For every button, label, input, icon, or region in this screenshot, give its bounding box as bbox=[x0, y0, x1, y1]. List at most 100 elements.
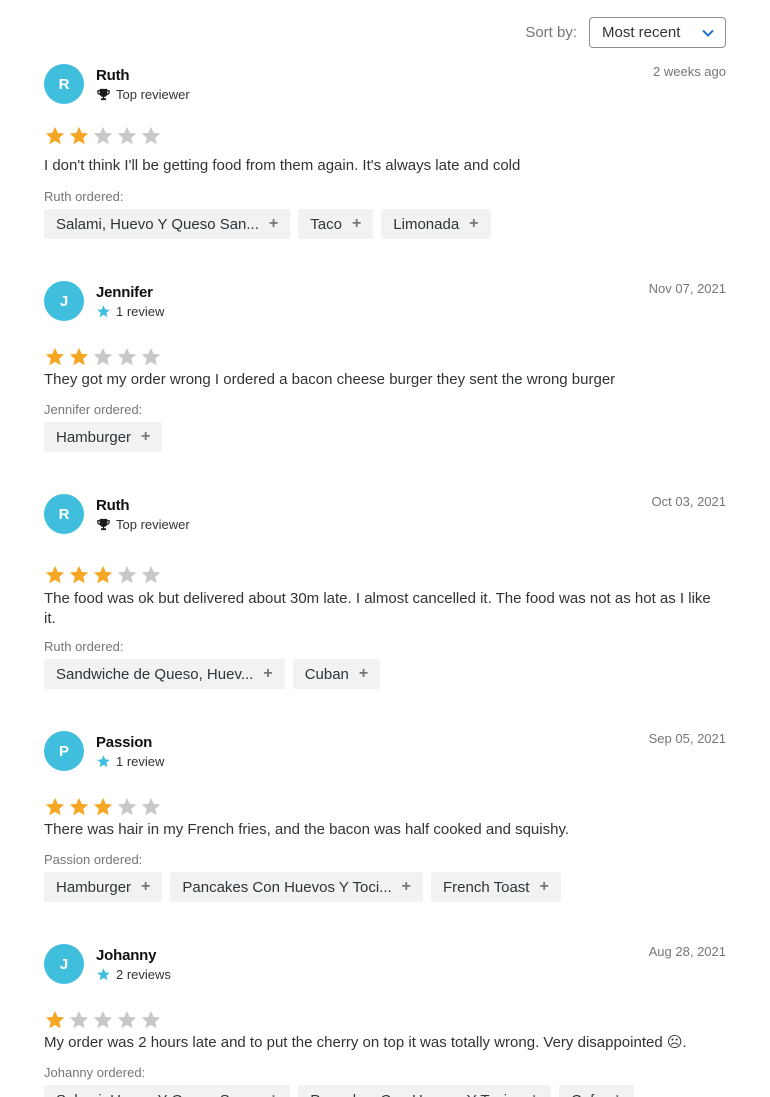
star-filled-icon bbox=[45, 565, 65, 584]
review-date: Oct 03, 2021 bbox=[651, 494, 726, 509]
ordered-label: Passion ordered: bbox=[44, 852, 143, 867]
review-card: J Johanny 2 reviews Aug 28, 2021 My order wa… bbox=[44, 944, 726, 1097]
star-filled-icon bbox=[93, 797, 113, 816]
ordered-item-button[interactable]: Salami, Huevo Y Queso San... + bbox=[44, 209, 291, 239]
reviewer-badge: Top reviewer bbox=[96, 517, 190, 532]
star-empty-icon bbox=[117, 1010, 137, 1029]
review-date: Sep 05, 2021 bbox=[648, 731, 726, 746]
item-label: Cafe bbox=[571, 1092, 603, 1097]
trophy-icon bbox=[97, 518, 110, 531]
star-filled-icon bbox=[69, 126, 89, 145]
review-date: Nov 07, 2021 bbox=[648, 281, 726, 296]
star-filled-icon bbox=[69, 797, 89, 816]
star-rating bbox=[44, 796, 162, 818]
reviewer-name[interactable]: Passion bbox=[96, 734, 152, 751]
ordered-label: Ruth ordered: bbox=[44, 189, 124, 204]
plus-icon: + bbox=[141, 878, 151, 895]
avatar: R bbox=[44, 64, 84, 104]
ordered-items: Salami, Huevo Y Queso San... + Taco + Limona… bbox=[44, 209, 491, 239]
reviewer-name[interactable]: Johanny bbox=[96, 947, 156, 964]
review-card: P Passion 1 review Sep 05, 2021 There was ha… bbox=[44, 731, 726, 931]
ordered-item-button[interactable]: Sandwiche de Queso, Huev... + bbox=[44, 659, 285, 689]
ordered-item-button[interactable]: Hamburger + bbox=[44, 872, 163, 902]
trophy-icon bbox=[97, 88, 110, 101]
item-label: Hamburger bbox=[56, 428, 132, 446]
review-card: R Ruth Top reviewer Oct 03, 2021 The food wa… bbox=[44, 494, 726, 694]
item-label: Sandwiche de Queso, Huev... bbox=[56, 665, 254, 683]
ordered-item-button[interactable]: Pancakes Con Huevos Y Toci... + bbox=[298, 1085, 551, 1097]
ordered-item-button[interactable]: Hamburger + bbox=[44, 422, 163, 452]
plus-icon: + bbox=[358, 665, 369, 682]
star-empty-icon bbox=[93, 347, 113, 366]
ordered-label: Johanny ordered: bbox=[44, 1065, 146, 1080]
chevron-down-icon bbox=[702, 29, 714, 37]
plus-icon: + bbox=[269, 1091, 278, 1097]
reviewer-name[interactable]: Ruth bbox=[96, 497, 130, 514]
star-icon bbox=[97, 755, 110, 768]
ordered-label: Ruth ordered: bbox=[44, 639, 124, 654]
ordered-item-button[interactable]: Salami, Huevo Y Queso San... + bbox=[44, 1085, 291, 1097]
sort-bar: Sort by: Most recent bbox=[525, 17, 726, 48]
star-filled-icon bbox=[45, 126, 65, 145]
star-empty-icon bbox=[117, 126, 137, 145]
reviewer-name[interactable]: Ruth bbox=[96, 67, 130, 84]
review-date: Aug 28, 2021 bbox=[648, 944, 726, 959]
plus-icon: + bbox=[613, 1091, 622, 1097]
badge-label: 2 reviews bbox=[116, 967, 171, 982]
review-text: The food was ok but delivered about 30m … bbox=[44, 590, 711, 627]
item-label: Hamburger bbox=[56, 878, 132, 896]
star-empty-icon bbox=[117, 347, 137, 366]
badge-label: 1 review bbox=[116, 304, 165, 319]
plus-icon: + bbox=[539, 878, 549, 895]
review-text: I don't think I'll be getting food from … bbox=[44, 157, 521, 174]
star-empty-icon bbox=[141, 1010, 161, 1029]
badge-label: 1 review bbox=[116, 754, 165, 769]
item-label: Salami, Huevo Y Queso San... bbox=[56, 215, 259, 233]
avatar: P bbox=[44, 731, 84, 771]
star-filled-icon bbox=[45, 347, 65, 366]
ordered-items: Salami, Huevo Y Queso San... + Pancakes Co… bbox=[44, 1085, 634, 1097]
reviewer-badge: 1 review bbox=[96, 304, 164, 319]
star-icon bbox=[97, 968, 110, 981]
ordered-label: Jennifer ordered: bbox=[44, 402, 143, 417]
review-card: R Ruth Top reviewer 2 weeks ago I don't thin… bbox=[44, 64, 726, 264]
star-rating bbox=[44, 125, 162, 147]
plus-icon: + bbox=[263, 665, 273, 682]
item-label: Cuban bbox=[304, 665, 349, 683]
plus-icon: + bbox=[268, 215, 279, 232]
ordered-item-button[interactable]: Cafe + bbox=[558, 1085, 634, 1097]
plus-icon: + bbox=[141, 428, 151, 445]
star-empty-icon bbox=[117, 797, 137, 816]
star-rating bbox=[44, 564, 162, 586]
sort-select[interactable]: Most recent bbox=[589, 17, 726, 48]
sort-label: Sort by: bbox=[525, 24, 577, 41]
ordered-item-button[interactable]: Pancakes Con Huevos Y Toci... + bbox=[170, 872, 424, 902]
ordered-item-button[interactable]: Taco + bbox=[298, 209, 374, 239]
star-filled-icon bbox=[69, 565, 89, 584]
ordered-item-button[interactable]: French Toast + bbox=[431, 872, 561, 902]
item-label: Salami, Huevo Y Queso San... bbox=[56, 1092, 259, 1097]
ordered-item-button[interactable]: Cuban + bbox=[292, 659, 381, 689]
item-label: Limonada bbox=[393, 215, 460, 233]
star-filled-icon bbox=[45, 797, 65, 816]
ordered-item-button[interactable]: Limonada + bbox=[381, 209, 491, 239]
star-empty-icon bbox=[117, 565, 137, 584]
star-filled-icon bbox=[69, 347, 89, 366]
star-rating bbox=[44, 1009, 162, 1031]
avatar: J bbox=[44, 281, 84, 321]
sort-select-value: Most recent bbox=[602, 24, 681, 41]
ordered-items: Hamburger + bbox=[44, 422, 163, 452]
star-empty-icon bbox=[141, 797, 161, 816]
item-label: Pancakes Con Huevos Y Toci... bbox=[310, 1092, 519, 1097]
plus-icon: + bbox=[469, 215, 479, 232]
avatar: R bbox=[44, 494, 84, 534]
item-label: Pancakes Con Huevos Y Toci... bbox=[182, 878, 392, 896]
star-icon bbox=[97, 305, 110, 318]
star-empty-icon bbox=[141, 347, 161, 366]
ordered-items: Sandwiche de Queso, Huev... + Cuban + bbox=[44, 659, 381, 689]
star-empty-icon bbox=[69, 1010, 89, 1029]
reviewer-name[interactable]: Jennifer bbox=[96, 284, 153, 301]
star-empty-icon bbox=[93, 1010, 113, 1029]
review-text: They got my order wrong I ordered a baco… bbox=[44, 371, 616, 388]
badge-label: Top reviewer bbox=[116, 87, 190, 102]
